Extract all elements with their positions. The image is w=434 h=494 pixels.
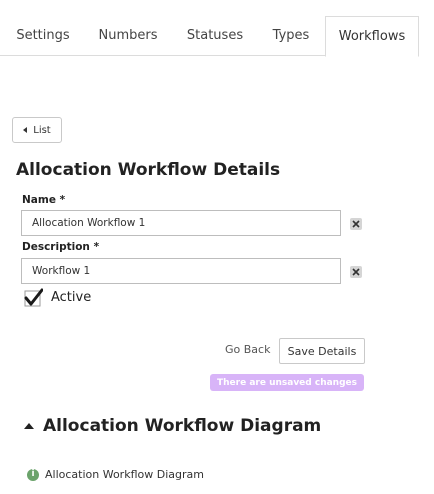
diagram-section-title: Allocation Workflow Diagram: [43, 416, 322, 436]
go-back-link[interactable]: Go Back: [225, 343, 270, 356]
diagram-info-text: Allocation Workflow Diagram: [45, 468, 204, 481]
save-details-button[interactable]: Save Details: [279, 338, 365, 364]
clear-description-icon[interactable]: [350, 266, 362, 278]
description-label: Description *: [22, 241, 100, 253]
caret-left-icon: [23, 127, 28, 133]
diagram-section-toggle[interactable]: Allocation Workflow Diagram: [24, 416, 321, 436]
tab-bar: Settings Numbers Statuses Types Workflow…: [0, 16, 434, 57]
description-field[interactable]: [21, 258, 341, 284]
checkmark-icon: [24, 288, 43, 307]
info-icon: i: [27, 468, 39, 481]
unsaved-changes-badge: There are unsaved changes: [210, 374, 364, 391]
page-title: Allocation Workflow Details: [16, 160, 281, 180]
active-checkbox[interactable]: Active: [24, 288, 91, 307]
tab-statuses[interactable]: Statuses: [174, 16, 256, 56]
active-label: Active: [51, 290, 92, 305]
x-icon: [352, 220, 360, 228]
tab-numbers[interactable]: Numbers: [86, 16, 170, 56]
diagram-info: i Allocation Workflow Diagram: [27, 468, 204, 481]
tab-types[interactable]: Types: [260, 16, 322, 56]
x-icon: [352, 268, 360, 276]
list-back-button[interactable]: List: [12, 117, 62, 143]
caret-up-icon: [24, 423, 34, 429]
name-label: Name *: [22, 194, 66, 206]
list-button-label: List: [33, 124, 51, 136]
tab-workflows[interactable]: Workflows: [325, 16, 419, 57]
name-field[interactable]: [21, 210, 341, 236]
tab-settings[interactable]: Settings: [6, 16, 80, 56]
clear-name-icon[interactable]: [350, 218, 362, 230]
